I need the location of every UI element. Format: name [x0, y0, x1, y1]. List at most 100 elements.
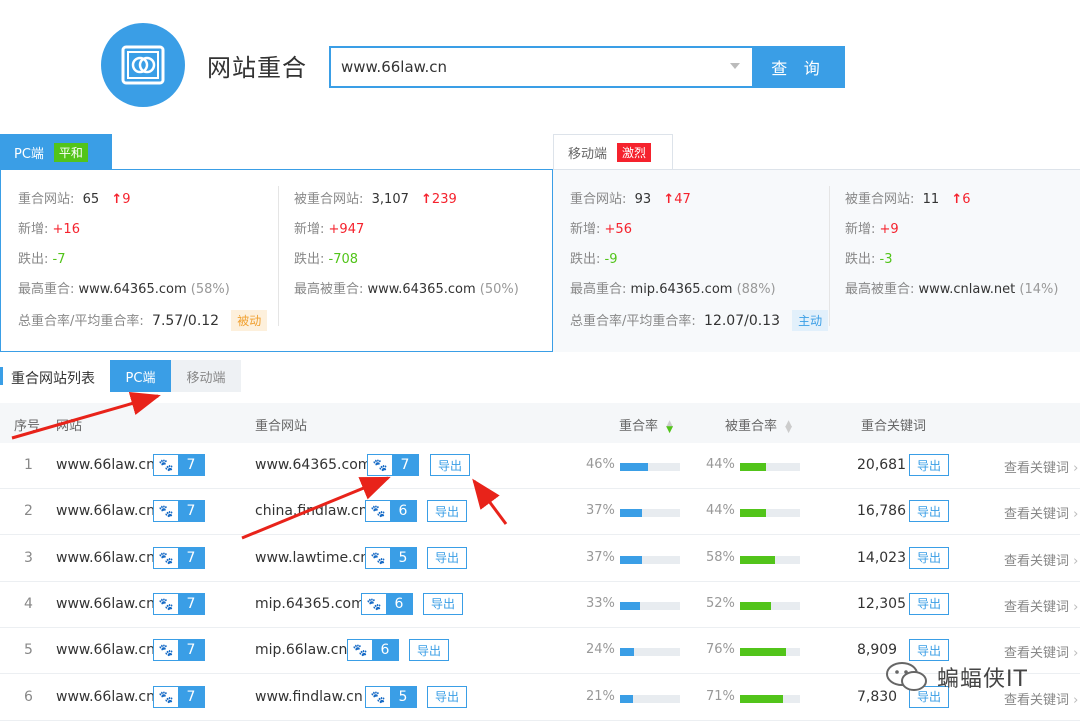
overlapped-rate-fill: [740, 601, 772, 610]
tab-list-pc[interactable]: PC端: [110, 360, 171, 392]
sort-icon[interactable]: ▲ ▼: [785, 419, 792, 434]
overlapped-rate-text: 71%: [706, 688, 735, 704]
overlapped-rate-text: 58%: [706, 549, 735, 565]
overlap-rate-fill: [620, 509, 643, 518]
stat-new: 新增: +947: [294, 222, 365, 237]
export-button[interactable]: 导出: [427, 685, 467, 708]
site-link[interactable]: www.66law.cn: [56, 503, 155, 519]
stat-drop: 跌出: -9: [570, 252, 618, 267]
stat-overlap-sites: 重合网站: 65 ↑9: [18, 192, 131, 207]
baidu-weight-badge: 🐾 7: [153, 454, 205, 476]
col-overlapped-rate[interactable]: 被重合率 ▲ ▼: [725, 415, 792, 434]
view-keywords-link[interactable]: 查看关键词 ›: [1004, 550, 1078, 569]
stat-drop: 跌出: -7: [18, 252, 66, 267]
site-link[interactable]: www.66law.cn: [56, 457, 155, 473]
stat-new: 新增: +16: [18, 222, 80, 237]
overlap-site-link[interactable]: www.64365.com: [255, 457, 371, 473]
export-button[interactable]: 导出: [409, 639, 449, 662]
chevron-down-icon[interactable]: [730, 63, 740, 69]
stat-new: 新增: +9: [845, 222, 899, 237]
view-keywords-link[interactable]: 查看关键词 ›: [1004, 642, 1078, 661]
rate-tag: 主动: [792, 310, 829, 331]
export-button[interactable]: 导出: [423, 592, 463, 615]
site-link[interactable]: www.66law.cn: [56, 642, 155, 658]
overlap-rate-fill: [620, 463, 648, 471]
paw-icon: 🐾: [154, 501, 178, 522]
overlap-rate-fill: [620, 648, 635, 657]
overlapped-rate-bar: [740, 463, 800, 471]
col-overlap-site: 重合网站: [255, 419, 308, 434]
stat-drop: 跌出: -708: [294, 252, 359, 267]
stat-top-overlap: 最高重合: www.64365.com (58%): [18, 282, 230, 297]
app-logo: [101, 23, 185, 107]
paw-icon: 🐾: [368, 455, 392, 475]
search-input[interactable]: [331, 48, 711, 86]
chevron-right-icon: ›: [1073, 692, 1079, 708]
overlap-rate-text: 37%: [586, 503, 615, 519]
search-button[interactable]: 查 询: [752, 46, 845, 88]
overlapped-rate-text: 52%: [706, 595, 735, 611]
overlap-rate-fill: [620, 555, 643, 564]
rate-tag: 被动: [231, 310, 268, 331]
site-link[interactable]: www.66law.cn: [56, 689, 155, 705]
stat-overlapped: 被重合网站: 11 ↑6: [845, 192, 971, 207]
wechat-icon: [886, 662, 927, 691]
chevron-right-icon: ›: [1073, 553, 1079, 569]
baidu-weight-badge: 🐾 6: [361, 592, 413, 615]
arrow-up-icon: ↑: [421, 192, 432, 207]
overlapped-rate-bar: [740, 555, 800, 564]
overlap-site-link[interactable]: mip.66law.cn: [255, 642, 347, 658]
overlap-site-link[interactable]: china.findlaw.cn: [255, 503, 368, 519]
overlapped-rate-fill: [740, 463, 767, 471]
export-keywords-button[interactable]: 导出: [909, 500, 949, 523]
overlapped-rate-fill: [740, 648, 786, 657]
overlap-rate-fill: [620, 694, 633, 703]
paw-icon: 🐾: [366, 547, 390, 568]
sort-icon[interactable]: ▲ ▼: [666, 419, 673, 434]
table-row: 4 www.66law.cn 🐾 7 mip.64365.com 🐾 6 导出 33% 52% 12…: [0, 582, 1080, 628]
tab-pc-summary[interactable]: PC端 平和: [0, 134, 112, 170]
stat-rate: 总重合率/平均重合率: 7.57/0.12 被动: [18, 310, 268, 331]
baidu-weight-badge: 🐾 7: [153, 546, 205, 569]
stat-overlapped: 被重合网站: 3,107 ↑239: [294, 192, 457, 207]
overlap-site-link[interactable]: www.findlaw.cn: [255, 689, 363, 705]
search-box[interactable]: [329, 46, 752, 88]
stat-drop: 跌出: -3: [845, 252, 893, 267]
overlapped-rate-fill: [740, 509, 767, 518]
view-keywords-link[interactable]: 查看关键词 ›: [1004, 596, 1078, 615]
view-keywords-link[interactable]: 查看关键词 ›: [1004, 503, 1078, 522]
tab-list-mobile[interactable]: 移动端: [171, 360, 241, 392]
tab-mobile-summary[interactable]: 移动端 激烈: [553, 134, 673, 170]
keyword-count: 20,681: [857, 457, 906, 473]
overlapped-rate-fill: [740, 694, 783, 703]
site-link[interactable]: www.66law.cn: [56, 596, 155, 612]
row-index: 2: [24, 503, 33, 520]
arrow-up-icon: ↑: [663, 192, 675, 207]
site-link[interactable]: www.66law.cn: [56, 550, 155, 566]
overlap-site-link[interactable]: mip.64365.com: [255, 596, 365, 612]
overlap-icon: [121, 45, 165, 85]
table-row: 3 www.66law.cn 🐾 7 www.lawtime.cn 🐾 5 导出 37% 58% 1…: [0, 536, 1080, 582]
overlap-rate-text: 33%: [586, 595, 615, 611]
export-button[interactable]: 导出: [430, 454, 470, 476]
overlapped-rate-fill: [740, 555, 775, 564]
mobile-summary-panel: 重合网站: 93 ↑47 被重合网站: 11 ↑6 新增: +56 新增: +9…: [553, 169, 1080, 352]
export-keywords-button[interactable]: 导出: [909, 454, 949, 476]
baidu-weight-badge: 🐾 7: [367, 454, 419, 476]
stat-top-overlapped: 最高被重合: www.cnlaw.net (14%): [845, 282, 1059, 297]
overlap-rate-bar: [620, 694, 680, 703]
chevron-right-icon: ›: [1073, 646, 1079, 662]
export-keywords-button[interactable]: 导出: [909, 639, 949, 662]
view-keywords-link[interactable]: 查看关键词 ›: [1004, 457, 1078, 476]
overlap-rate-bar: [620, 648, 680, 657]
overlap-rate-bar: [620, 601, 680, 610]
keyword-count: 14,023: [857, 549, 906, 566]
export-keywords-button[interactable]: 导出: [909, 546, 949, 569]
export-keywords-button[interactable]: 导出: [909, 592, 949, 615]
col-overlap-rate[interactable]: 重合率 ▲ ▼: [619, 415, 673, 434]
row-index: 5: [24, 642, 33, 659]
export-button[interactable]: 导出: [427, 546, 467, 569]
export-button[interactable]: 导出: [427, 500, 467, 523]
overlap-site-link[interactable]: www.lawtime.cn: [255, 550, 369, 566]
chevron-right-icon: ›: [1073, 599, 1079, 615]
